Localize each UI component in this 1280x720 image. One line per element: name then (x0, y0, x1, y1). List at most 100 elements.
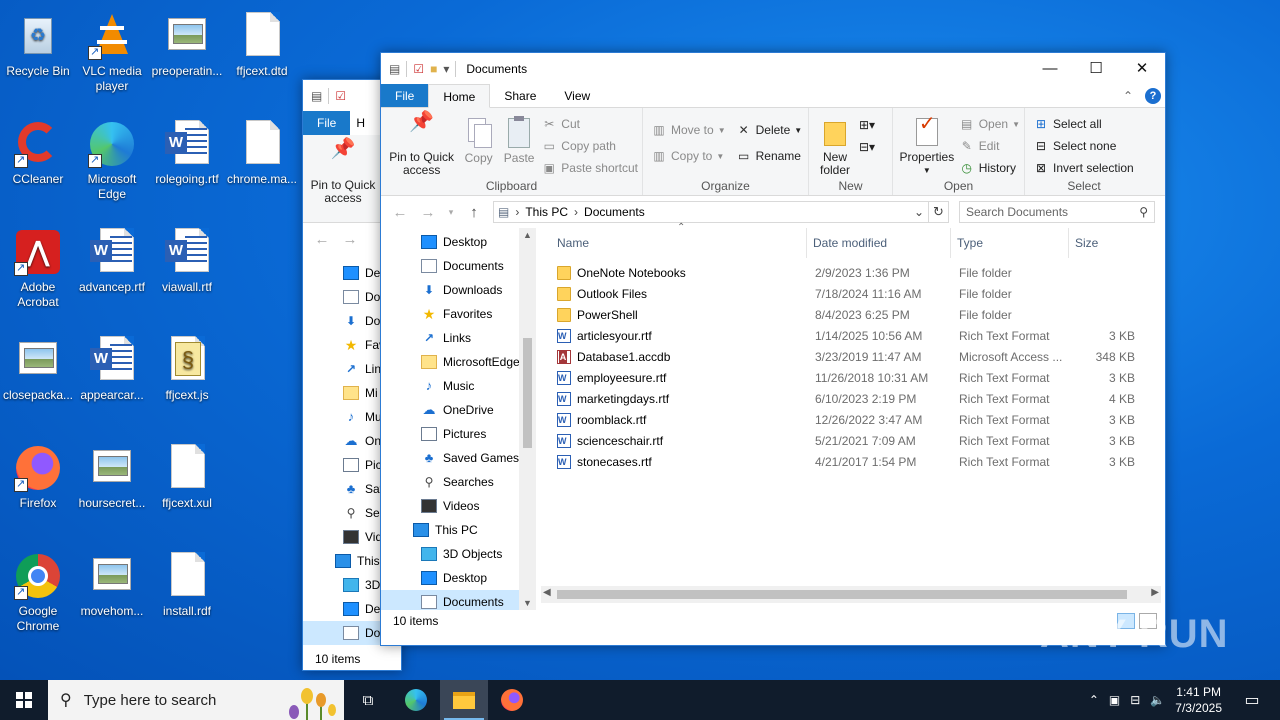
column-date-modified[interactable]: Date modified (807, 228, 951, 258)
breadcrumb-documents[interactable]: Documents (584, 205, 645, 219)
copy-path-button[interactable]: ▭ Copy path (541, 138, 638, 154)
desktop-icon-adobe-acrobat[interactable]: ⋀ Adobe Acrobat (0, 222, 76, 322)
column-name[interactable]: Name (537, 228, 807, 258)
nav-item-onedrive[interactable]: ☁ OneDrive (381, 398, 536, 422)
open-button[interactable]: ▤ Open ▼ (959, 116, 1020, 132)
nav-scrollbar-thumb[interactable] (523, 338, 532, 448)
nav-item-desktop[interactable]: Desktop (381, 566, 536, 590)
qa-dropdown-icon[interactable]: ▾ (443, 62, 449, 76)
help-icon[interactable]: ? (1145, 87, 1161, 104)
copy-to-button[interactable]: ▥ Copy to ▼ (651, 148, 726, 164)
maximize-button[interactable]: ☐ (1073, 53, 1119, 84)
desktop-icon-appearcar[interactable]: Wappearcar... (74, 330, 150, 430)
tab-view[interactable]: View (550, 84, 604, 107)
tab-share[interactable]: Share (490, 84, 550, 107)
start-button[interactable] (0, 680, 48, 720)
file-row[interactable]: OneNote Notebooks 2/9/2023 1:36 PM File fo… (537, 262, 1165, 283)
tab-file[interactable]: File (381, 84, 429, 107)
tab-home[interactable]: H (350, 111, 371, 135)
desktop-icon-viawall-rtf[interactable]: Wviawall.rtf (149, 222, 225, 322)
breadcrumb-this-pc[interactable]: This PC (525, 205, 568, 219)
volume-icon[interactable]: 🔈 (1150, 693, 1165, 707)
checkbox-icon[interactable]: ☑ (413, 62, 424, 76)
desktop-icon-ffjcext-xul[interactable]: ffjcext.xul (149, 438, 225, 538)
new-folder-icon[interactable]: ■ (430, 62, 437, 76)
explorer-window[interactable]: ▤ ☑ ■ ▾ Documents — ☐ ✕ File Home Share … (380, 52, 1166, 646)
file-row[interactable]: employeesure.rtf 11/26/2018 10:31 AM Rich … (537, 367, 1165, 388)
desktop-icon-firefox[interactable]: Firefox (0, 438, 76, 538)
nav-item-downloads[interactable]: ⬇ Downloads (381, 278, 536, 302)
taskbar-firefox-button[interactable] (488, 680, 536, 720)
nav-item-videos[interactable]: Videos (381, 494, 536, 518)
taskbar-search[interactable]: ⚲ Type here to search (48, 680, 344, 720)
nav-item-pictures[interactable]: Pictures (381, 422, 536, 446)
paste-shortcut-button[interactable]: ▣ Paste shortcut (541, 160, 638, 176)
new-item-icon[interactable]: ⊞▾ (859, 118, 875, 132)
desktop-icon-google-chrome[interactable]: Google Chrome (0, 546, 76, 646)
properties-icon[interactable]: ▤ (311, 89, 322, 103)
file-row[interactable]: PowerShell 8/4/2023 6:25 PM File folder (537, 304, 1165, 325)
clock[interactable]: 1:41 PM 7/3/2025 (1175, 684, 1222, 716)
nav-item-saved-games[interactable]: ♣ Saved Games (381, 446, 536, 470)
nav-item-microsoftedge[interactable]: MicrosoftEdge (381, 350, 536, 374)
collapse-ribbon-icon[interactable]: ⌃ (1123, 89, 1133, 103)
file-row[interactable]: marketingdays.rtf 6/10/2023 2:19 PM Rich T… (537, 388, 1165, 409)
tab-home[interactable]: Home (428, 84, 491, 108)
device-icon[interactable]: ▣ (1109, 693, 1120, 707)
desktop-icon-ffjcext-js[interactable]: § ffjcext.js (149, 330, 225, 430)
desktop-icon-hoursecret[interactable]: hoursecret... (74, 438, 150, 538)
desktop-icon-rolegoing-rtf[interactable]: Wrolegoing.rtf (149, 114, 225, 214)
refresh-button[interactable]: ↻ (929, 201, 949, 223)
address-bar[interactable]: ▤ › This PC › Documents ⌄ (493, 201, 929, 223)
tab-file[interactable]: File (303, 111, 351, 135)
history-button[interactable]: ◷ History (959, 160, 1020, 176)
nav-item-documents[interactable]: Documents (381, 254, 536, 278)
cut-button[interactable]: ✂ Cut (541, 116, 638, 132)
properties-button[interactable]: ✓ Properties ▼ (897, 114, 957, 177)
move-to-button[interactable]: ▥ Move to ▼ (651, 122, 725, 138)
nav-item-documents[interactable]: Documents (381, 590, 536, 610)
file-row[interactable]: scienceschair.rtf 5/21/2021 7:09 AM Rich T… (537, 430, 1165, 451)
file-list-hscrollbar[interactable]: ◀ ▶ (541, 586, 1161, 603)
file-row[interactable]: roomblack.rtf 12/26/2022 3:47 AM Rich Text… (537, 409, 1165, 430)
nav-item-links[interactable]: ↗ Links (381, 326, 536, 350)
up-icon[interactable]: ↑ (465, 204, 483, 221)
desktop-icon-chrome-ma[interactable]: chrome.ma... (224, 114, 300, 214)
minimize-button[interactable]: — (1027, 53, 1073, 84)
pin-to-quick-access-button[interactable]: 📌 Pin to Quick access (303, 135, 383, 222)
nav-item-searches[interactable]: ⚲ Searches (381, 470, 536, 494)
desktop-icon-recycle-bin[interactable]: ♻ Recycle Bin (0, 6, 76, 106)
network-icon[interactable]: ⊟ (1130, 693, 1140, 707)
desktop-icon-ccleaner[interactable]: CCleaner (0, 114, 76, 214)
nav-item-3d-objects[interactable]: 3D Objects (381, 542, 536, 566)
select-none-button[interactable]: ⊟ Select none (1033, 138, 1134, 154)
forward-icon[interactable]: → (419, 204, 437, 221)
pin-to-quick-access-button[interactable]: 📌 Pin to Quick access (385, 112, 458, 177)
taskbar-explorer-button[interactable] (440, 680, 488, 720)
tray-overflow-icon[interactable]: ⌃ (1089, 693, 1099, 707)
desktop-icon-movehom[interactable]: movehom... (74, 546, 150, 646)
properties-icon[interactable]: ▤ (389, 62, 400, 76)
hscroll-thumb[interactable] (557, 590, 1127, 599)
address-dropdown-icon[interactable]: ⌄ (914, 205, 924, 219)
nav-scrollbar[interactable]: ▲ ▼ (519, 228, 536, 610)
column-size[interactable]: Size (1069, 228, 1143, 258)
recent-locations-icon[interactable]: ▾ (447, 207, 455, 218)
file-row[interactable]: articlesyour.rtf 1/14/2025 10:56 AM Rich T… (537, 325, 1165, 346)
column-type[interactable]: Type (951, 228, 1069, 258)
desktop-icon-advancep-rtf[interactable]: Wadvancep.rtf (74, 222, 150, 322)
search-input[interactable]: Search Documents ⚲ (959, 201, 1155, 223)
invert-selection-button[interactable]: ⊠ Invert selection (1033, 160, 1134, 176)
notifications-icon[interactable]: ▭ (1232, 690, 1272, 710)
select-all-button[interactable]: ⊞ Select all (1033, 116, 1134, 132)
delete-button[interactable]: ✕ Delete ▼ (736, 122, 803, 138)
task-view-button[interactable]: ⧉ (344, 680, 392, 720)
easy-access-icon[interactable]: ⊟▾ (859, 140, 875, 154)
checkbox-icon[interactable]: ☑ (335, 89, 346, 103)
desktop-icon-vlc-media-player[interactable]: VLC media player (74, 6, 150, 106)
taskbar-edge-button[interactable] (392, 680, 440, 720)
edit-button[interactable]: ✎ Edit (959, 138, 1020, 154)
file-row[interactable]: Database1.accdb 3/23/2019 11:47 AM Microso… (537, 346, 1165, 367)
back-icon[interactable]: ← (391, 204, 409, 221)
nav-item-desktop[interactable]: Desktop (381, 230, 536, 254)
